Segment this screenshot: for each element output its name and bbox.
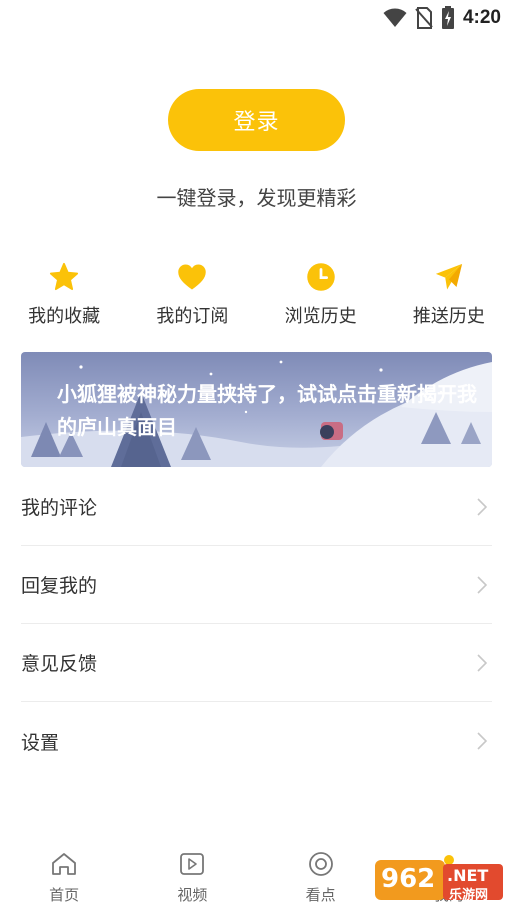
quick-actions: 我的收藏 我的订阅 浏览历史 推送历史 xyxy=(0,260,513,332)
menu-item-label: 回复我的 xyxy=(21,575,98,597)
menu-item-settings[interactable]: 设置 xyxy=(21,702,492,780)
clock-icon xyxy=(306,260,336,294)
tab-video[interactable]: 视频 xyxy=(128,842,256,912)
tab-label: 首页 xyxy=(49,886,80,904)
status-bar: 4:20 xyxy=(0,0,513,36)
quick-item-history[interactable]: 浏览历史 xyxy=(257,260,385,332)
watermark-subtitle: 乐游网 xyxy=(449,888,489,903)
menu-item-my-comments[interactable]: 我的评论 xyxy=(21,468,492,546)
login-tagline: 一键登录，发现更精彩 xyxy=(156,186,357,210)
status-icons: 4:20 xyxy=(383,6,501,30)
chevron-right-icon xyxy=(472,575,492,595)
banner-text: 小狐狸被神秘力量挟持了，试试点击重新揭开我的庐山真面目 xyxy=(57,382,477,439)
battery-charging-icon xyxy=(441,6,455,30)
menu-item-label: 设置 xyxy=(21,731,60,754)
quick-item-label: 浏览历史 xyxy=(284,306,357,327)
menu-list: 我的评论 回复我的 意见反馈 设置 xyxy=(21,468,492,780)
quick-item-label: 我的收藏 xyxy=(28,306,101,327)
chevron-right-icon xyxy=(472,497,492,517)
watermark-suffix: .NET xyxy=(447,866,489,885)
star-icon xyxy=(49,260,79,294)
chevron-right-icon xyxy=(472,653,492,673)
tab-label: 看点 xyxy=(305,886,336,904)
menu-item-label: 我的评论 xyxy=(21,497,98,519)
menu-item-label: 意见反馈 xyxy=(21,653,98,675)
tab-highlights[interactable]: 看点 xyxy=(257,842,385,912)
heart-icon xyxy=(177,260,207,294)
quick-item-favorites[interactable]: 我的收藏 xyxy=(0,260,128,332)
quick-item-label: 推送历史 xyxy=(412,306,485,327)
menu-item-feedback[interactable]: 意见反馈 xyxy=(21,624,492,702)
wifi-icon xyxy=(383,8,407,28)
tab-home[interactable]: 首页 xyxy=(0,842,128,912)
watermark-number: 962 xyxy=(381,864,436,894)
paper-plane-icon xyxy=(434,260,464,294)
menu-item-replies[interactable]: 回复我的 xyxy=(21,546,492,624)
watermark-logo: 962 .NET 乐游网 xyxy=(375,858,505,908)
status-time: 4:20 xyxy=(462,7,501,28)
video-icon xyxy=(179,852,205,880)
login-button[interactable]: 登录 xyxy=(168,89,345,151)
promo-banner[interactable]: 小狐狸被神秘力量挟持了，试试点击重新揭开我的庐山真面目 xyxy=(21,352,492,467)
tab-label: 视频 xyxy=(177,886,208,904)
quick-item-label: 我的订阅 xyxy=(156,306,229,327)
no-sim-icon xyxy=(415,7,433,29)
eye-icon xyxy=(308,852,334,880)
quick-item-push-history[interactable]: 推送历史 xyxy=(385,260,513,332)
chevron-right-icon xyxy=(472,731,492,751)
home-icon xyxy=(51,852,77,880)
quick-item-subscriptions[interactable]: 我的订阅 xyxy=(128,260,256,332)
